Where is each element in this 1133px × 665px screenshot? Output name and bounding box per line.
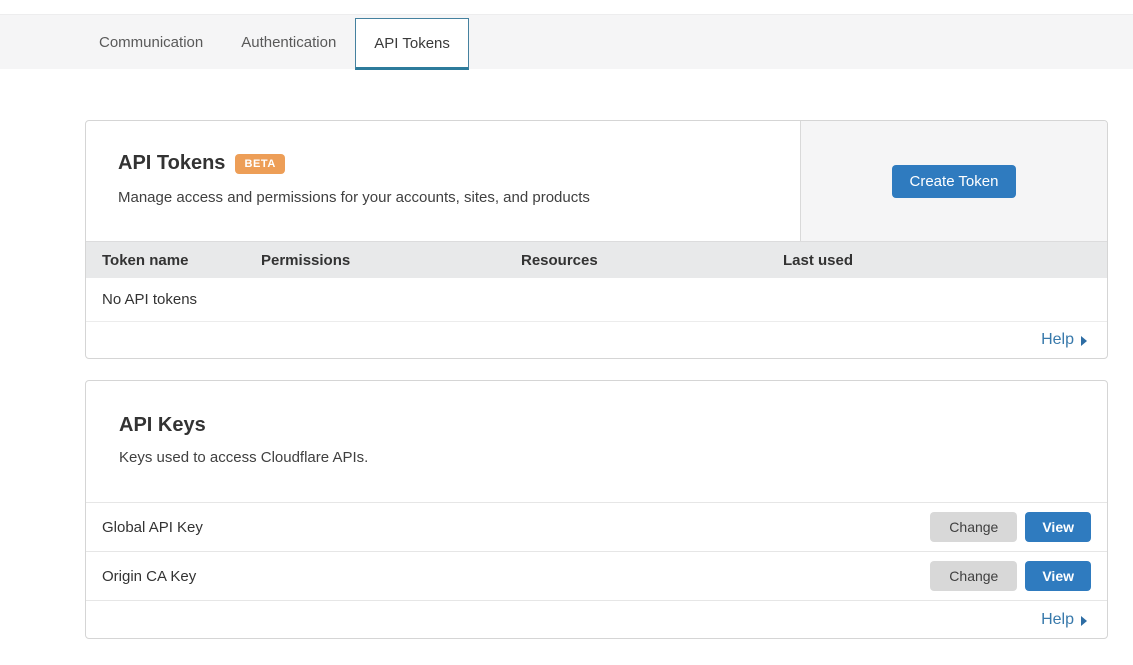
api-keys-subtitle: Keys used to access Cloudflare APIs. [119,449,1074,466]
global-api-key-view-button[interactable]: View [1025,512,1091,542]
help-arrow-icon [1081,336,1087,346]
global-api-key-label: Global API Key [102,519,203,536]
api-tokens-header-actions: Create Token [800,121,1107,241]
keys-help-link[interactable]: Help [1041,611,1087,629]
api-tokens-subtitle: Manage access and permissions for your a… [118,189,768,206]
origin-ca-key-change-button[interactable]: Change [930,561,1017,591]
column-resources: Resources [521,252,783,269]
api-keys-card: API Keys Keys used to access Cloudflare … [85,380,1108,639]
main-content: API Tokens BETA Manage access and permis… [0,69,1133,639]
column-permissions: Permissions [261,252,521,269]
global-api-key-change-button[interactable]: Change [930,512,1017,542]
help-arrow-icon [1081,616,1087,626]
api-keys-title: API Keys [119,414,1074,437]
global-api-key-actions: Change View [930,512,1091,542]
global-api-key-row: Global API Key Change View [86,502,1107,551]
origin-ca-key-label: Origin CA Key [102,568,196,585]
tab-bar: Communication Authentication API Tokens [0,14,1133,69]
api-tokens-card-header: API Tokens BETA Manage access and permis… [86,121,1107,241]
origin-ca-key-view-button[interactable]: View [1025,561,1091,591]
token-table-header: Token name Permissions Resources Last us… [86,241,1107,278]
api-keys-card-header: API Keys Keys used to access Cloudflare … [86,381,1107,502]
api-tokens-header-text: API Tokens BETA Manage access and permis… [86,121,800,241]
origin-ca-key-row: Origin CA Key Change View [86,551,1107,600]
column-token-name: Token name [102,252,261,269]
tokens-help-label: Help [1041,331,1074,349]
api-tokens-title: API Tokens [118,152,225,175]
api-tokens-card: API Tokens BETA Manage access and permis… [85,120,1108,359]
empty-tokens-row: No API tokens [86,278,1107,322]
keys-help-row: Help [86,600,1107,638]
top-spacer [0,0,1133,14]
empty-tokens-message: No API tokens [102,291,197,308]
tokens-help-row: Help [86,322,1107,358]
beta-badge: BETA [235,154,285,174]
tab-authentication[interactable]: Authentication [222,15,355,69]
tab-communication[interactable]: Communication [80,15,222,69]
origin-ca-key-actions: Change View [930,561,1091,591]
keys-help-label: Help [1041,611,1074,629]
tab-api-tokens[interactable]: API Tokens [355,18,469,70]
create-token-button[interactable]: Create Token [892,165,1017,198]
column-last-used: Last used [783,252,1107,269]
tokens-help-link[interactable]: Help [1041,331,1087,349]
